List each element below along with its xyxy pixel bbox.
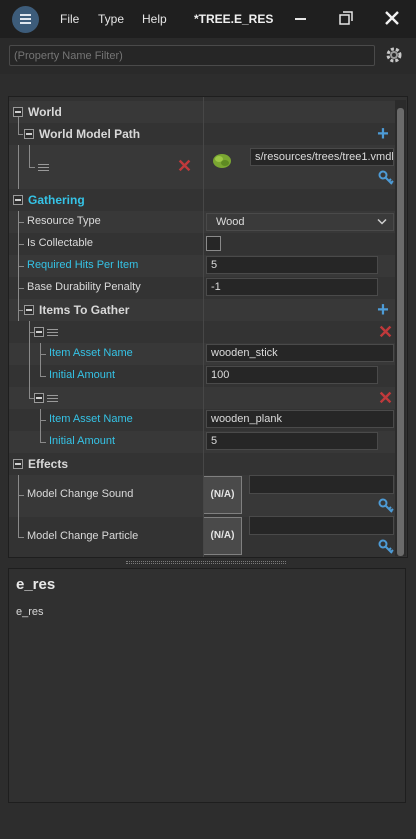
column-divider[interactable] — [203, 97, 204, 557]
item-2-asset-field[interactable]: wooden_plank — [206, 410, 394, 428]
resource-type-row: Resource Type Wood — [9, 211, 395, 233]
search-key-icon[interactable] — [378, 170, 394, 186]
section-effects[interactable]: Effects — [9, 453, 395, 475]
resource-type-select[interactable]: Wood — [206, 213, 394, 231]
drag-handle-icon[interactable] — [47, 395, 58, 402]
menu-type[interactable]: Type — [98, 12, 124, 26]
menu-file[interactable]: File — [60, 12, 79, 26]
remove-icon[interactable]: ✕ — [177, 157, 192, 175]
world-model-path-label: World Model Path — [39, 127, 141, 141]
durability-field[interactable]: -1 — [206, 278, 378, 296]
resource-type-label: Resource Type — [27, 215, 101, 227]
particle-preview: (N/A) — [203, 517, 242, 555]
remove-icon[interactable]: ✕ — [378, 389, 393, 407]
menu-help[interactable]: Help — [142, 12, 167, 26]
search-key-icon[interactable] — [378, 498, 394, 514]
document-title: *TREE.E_RES — [194, 12, 274, 26]
add-icon[interactable]: + — [376, 300, 390, 320]
tree-model-thumbnail — [213, 154, 231, 168]
model-change-sound-row: Model Change Sound (N/A) — [9, 475, 395, 517]
section-world[interactable]: World — [9, 101, 395, 123]
section-effects-label: Effects — [28, 457, 69, 471]
chevron-down-icon — [377, 218, 387, 225]
item-2-amount-field[interactable]: 5 — [206, 432, 378, 450]
section-gathering[interactable]: Gathering — [9, 189, 395, 211]
drag-handle-icon[interactable] — [47, 329, 58, 336]
close-icon[interactable] — [382, 8, 402, 28]
collapse-icon[interactable] — [13, 459, 23, 469]
item-2-amount-label: Initial Amount — [49, 435, 116, 447]
required-hits-label: Required Hits Per Item — [27, 259, 139, 271]
is-collectable-row: Is Collectable — [9, 233, 395, 255]
item-1-header-row: ✕ — [9, 321, 395, 343]
remove-icon[interactable]: ✕ — [378, 323, 393, 341]
item-1-asset-label: Item Asset Name — [49, 347, 133, 359]
model-change-particle-row: Model Change Particle (N/A) — [9, 516, 395, 557]
scrollbar-thumb[interactable] — [397, 108, 404, 556]
item-2-header-row: ✕ — [9, 387, 395, 409]
resource-type-value: Wood — [216, 216, 245, 228]
model-change-sound-field[interactable] — [249, 475, 394, 494]
add-icon[interactable]: + — [376, 124, 390, 144]
section-world-label: World — [28, 105, 62, 119]
property-filter-input[interactable] — [9, 45, 375, 66]
model-change-particle-label: Model Change Particle — [27, 530, 139, 542]
model-path-entry-row: ✕ s/resources/trees/tree1.vmdl — [9, 145, 395, 189]
item-1-amount-row: Initial Amount 100 — [9, 365, 395, 387]
is-collectable-label: Is Collectable — [27, 237, 94, 249]
world-model-path-row: World Model Path + — [9, 117, 395, 145]
description-body: e_res — [16, 606, 44, 618]
collapse-icon[interactable] — [24, 129, 34, 139]
item-1-asset-field[interactable]: wooden_stick — [206, 344, 394, 362]
item-2-asset-label: Item Asset Name — [49, 413, 133, 425]
gear-icon[interactable] — [383, 44, 405, 66]
model-change-sound-label: Model Change Sound — [27, 488, 134, 500]
description-panel — [8, 568, 406, 803]
vertical-scrollbar[interactable] — [395, 100, 406, 556]
world-model-path-field[interactable]: s/resources/trees/tree1.vmdl — [250, 148, 394, 166]
drag-handle-icon[interactable] — [38, 164, 49, 171]
collapse-icon[interactable] — [13, 195, 23, 205]
section-gathering-label: Gathering — [28, 193, 85, 207]
items-to-gather-label: Items To Gather — [39, 303, 130, 317]
item-2-amount-row: Initial Amount 5 — [9, 431, 395, 453]
item-2-asset-row: Item Asset Name wooden_plank — [9, 409, 395, 431]
sound-preview: (N/A) — [203, 476, 242, 514]
description-title: e_res — [16, 576, 56, 593]
item-1-asset-row: Item Asset Name wooden_stick — [9, 343, 395, 365]
restore-icon[interactable] — [336, 8, 356, 28]
durability-label: Base Durability Penalty — [27, 281, 141, 293]
is-collectable-checkbox[interactable] — [206, 236, 221, 251]
item-1-amount-label: Initial Amount — [49, 369, 116, 381]
required-hits-row: Required Hits Per Item 5 — [9, 255, 395, 277]
collapse-icon[interactable] — [13, 107, 23, 117]
collapse-icon[interactable] — [34, 327, 44, 337]
search-key-icon[interactable] — [378, 539, 394, 555]
app-menu-icon[interactable] — [12, 6, 39, 33]
durability-row: Base Durability Penalty -1 — [9, 277, 395, 299]
minimize-icon[interactable] — [291, 8, 311, 28]
model-change-particle-field[interactable] — [249, 516, 394, 535]
collapse-icon[interactable] — [24, 305, 34, 315]
item-1-amount-field[interactable]: 100 — [206, 366, 378, 384]
panel-splitter[interactable] — [126, 561, 286, 564]
collapse-icon[interactable] — [34, 393, 44, 403]
required-hits-field[interactable]: 5 — [206, 256, 378, 274]
items-to-gather-row: Items To Gather + — [9, 299, 395, 321]
